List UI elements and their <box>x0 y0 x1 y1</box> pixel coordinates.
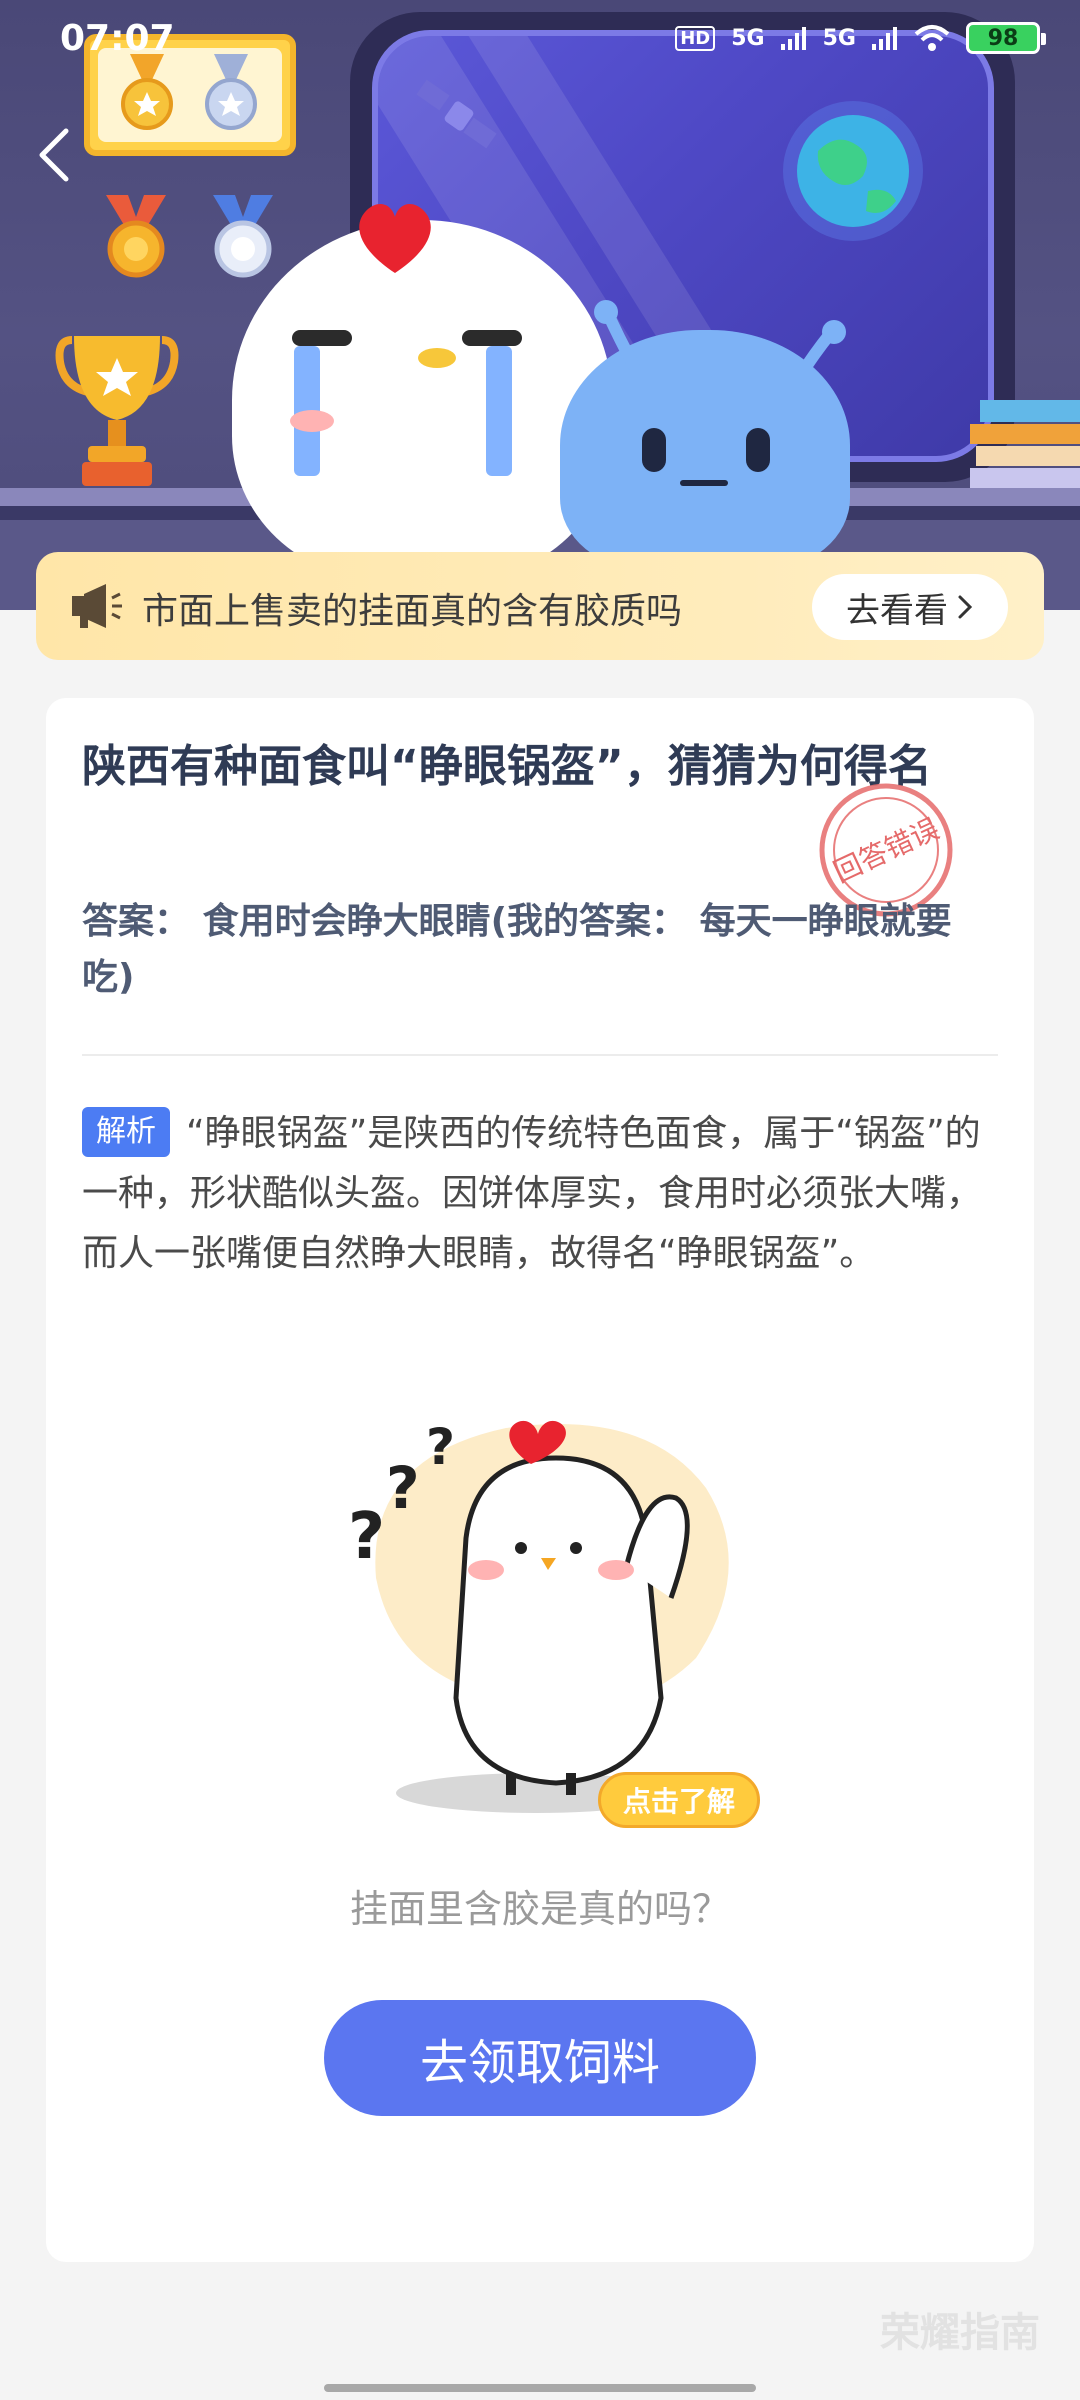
chevron-right-icon <box>958 595 973 619</box>
wifi-icon <box>914 25 950 51</box>
quiz-result-card: 陕西有种面食叫“睁眼锅盔”，猜猜为何得名 回答错误 答案： 食用时会睁大眼睛(我… <box>46 698 1034 2262</box>
go-see-button[interactable]: 去看看 <box>812 574 1008 640</box>
satellite-icon <box>416 79 497 149</box>
home-indicator[interactable] <box>324 2384 756 2392</box>
stamp-text: 回答错误 <box>828 812 943 889</box>
svg-text:?: ? <box>386 1454 420 1522</box>
signal-icon <box>780 27 806 50</box>
correct-answer: 食用时会睁大眼睛 <box>202 901 491 942</box>
status-icons: HD 5G 5G 98 <box>675 22 1046 54</box>
chicken-comb <box>359 203 431 273</box>
status-bar: 07:07 HD 5G 5G 98 <box>0 0 1080 80</box>
status-time: 07:07 <box>60 18 175 59</box>
go-see-label: 去看看 <box>846 590 948 631</box>
analysis-text: “睁眼锅盔”是陕西的传统特色面食，属于“锅盔”的一种，形状酷似头盔。因饼体厚实，… <box>82 1113 983 1274</box>
topic-banner[interactable]: 市面上售卖的挂面真的含有胶质吗 去看看 <box>36 552 1044 660</box>
battery-indicator: 98 <box>966 22 1046 54</box>
megaphone-icon <box>72 584 122 628</box>
network-label-2: 5G <box>822 25 856 51</box>
svg-text:?: ? <box>348 1500 385 1574</box>
answer-block: 答案： 食用时会睁大眼睛(我的答案： 每天一睁眼就要吃) <box>82 894 982 1006</box>
analysis-tag: 解析 <box>82 1107 170 1157</box>
alien-antenna <box>794 320 846 380</box>
banner-text: 市面上售卖的挂面真的含有胶质吗 <box>142 591 683 632</box>
answer-label: 答案： <box>82 901 191 942</box>
hero-banner <box>0 0 1080 610</box>
analysis-block: 解析 “睁眼锅盔”是陕西的传统特色面食，属于“锅盔”的一种，形状酷似头盔。因饼体厚… <box>82 1104 998 1284</box>
learn-more-tag[interactable]: 点击了解 <box>598 1772 760 1828</box>
hint-text[interactable]: 挂面里含胶是真的吗？ <box>46 1878 1034 1933</box>
bronze-medal-icon <box>106 195 166 278</box>
battery-level: 98 <box>987 25 1019 51</box>
watermark-logo: 荣耀指南 <box>880 2310 1040 2356</box>
svg-text:?: ? <box>426 1418 455 1476</box>
signal-icon <box>872 27 897 50</box>
earth-icon <box>783 101 923 241</box>
books-stack <box>970 400 1080 488</box>
network-label-1: 5G <box>731 25 765 51</box>
hd-label: HD <box>675 25 716 51</box>
divider <box>82 1054 998 1056</box>
trophy-icon <box>55 336 179 486</box>
back-arrow-icon[interactable] <box>30 125 80 185</box>
my-answer-label: (我的答案： <box>490 901 688 942</box>
alien-antenna <box>594 300 640 370</box>
silver-badge-icon <box>213 195 273 278</box>
claim-feed-button[interactable]: 去领取饲料 <box>324 2000 756 2116</box>
